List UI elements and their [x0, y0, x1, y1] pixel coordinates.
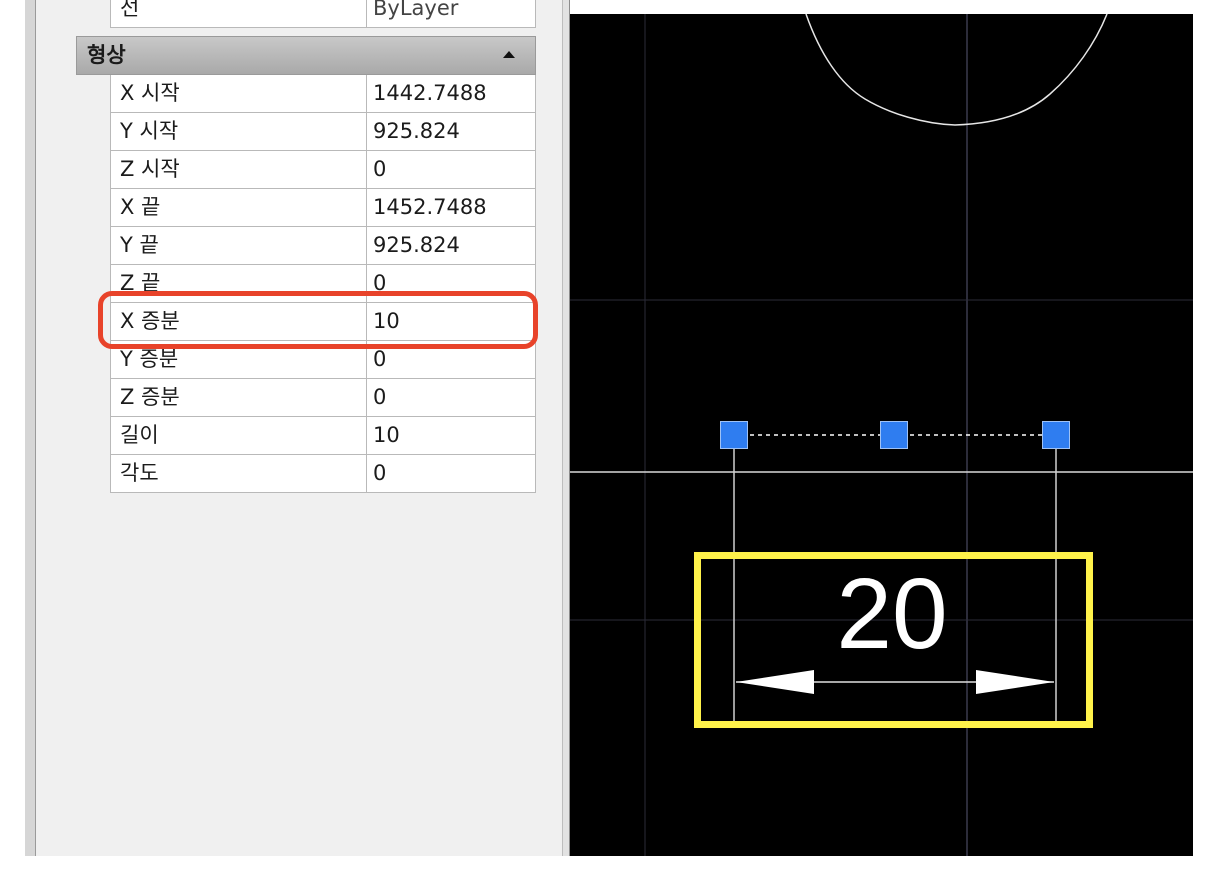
panel-splitter[interactable]: [562, 0, 570, 856]
highlight-dimension-annotation: [694, 552, 1093, 728]
property-value[interactable]: 1452.7488: [367, 189, 541, 226]
property-row-x-start[interactable]: X 시작 1442.7488: [110, 75, 536, 113]
property-value[interactable]: ByLayer: [367, 0, 541, 27]
grip-end[interactable]: [1042, 421, 1070, 449]
drawing-canvas[interactable]: 20: [570, 14, 1193, 856]
property-row-length[interactable]: 길이 10: [110, 417, 536, 455]
property-label: X 끝: [111, 189, 367, 226]
property-row-angle[interactable]: 각도 0: [110, 455, 536, 493]
section-title: 형상: [87, 43, 126, 67]
property-value[interactable]: 10: [367, 417, 541, 454]
property-value[interactable]: 925.824: [367, 113, 541, 150]
property-value[interactable]: 1442.7488: [367, 75, 541, 112]
grip-start[interactable]: [720, 421, 748, 449]
property-row-y-end[interactable]: Y 끝 925.824: [110, 227, 536, 265]
property-row-z-start[interactable]: Z 시작 0: [110, 151, 536, 189]
property-value[interactable]: 0: [367, 151, 541, 188]
property-label: 길이: [111, 417, 367, 454]
section-header-geometry[interactable]: 형상: [76, 36, 536, 75]
property-value[interactable]: 0: [367, 379, 541, 416]
property-row-x-end[interactable]: X 끝 1452.7488: [110, 189, 536, 227]
window-edge: [25, 0, 36, 856]
collapse-up-icon[interactable]: [503, 51, 515, 58]
property-label: 선: [111, 0, 367, 27]
property-row-z-delta[interactable]: Z 증분 0: [110, 379, 536, 417]
property-label: 각도: [111, 455, 367, 492]
property-value[interactable]: 0: [367, 455, 541, 492]
property-row-layer[interactable]: 선 ByLayer: [110, 0, 536, 28]
property-value[interactable]: 925.824: [367, 227, 541, 264]
property-label: X 시작: [111, 75, 367, 112]
highlight-x-delta-annotation: [98, 291, 538, 349]
property-row-y-start[interactable]: Y 시작 925.824: [110, 113, 536, 151]
property-label: Z 증분: [111, 379, 367, 416]
grip-midpoint[interactable]: [880, 421, 908, 449]
property-label: Z 시작: [111, 151, 367, 188]
circle-arc: [805, 14, 1108, 126]
property-label: Y 끝: [111, 227, 367, 264]
property-label: Y 시작: [111, 113, 367, 150]
